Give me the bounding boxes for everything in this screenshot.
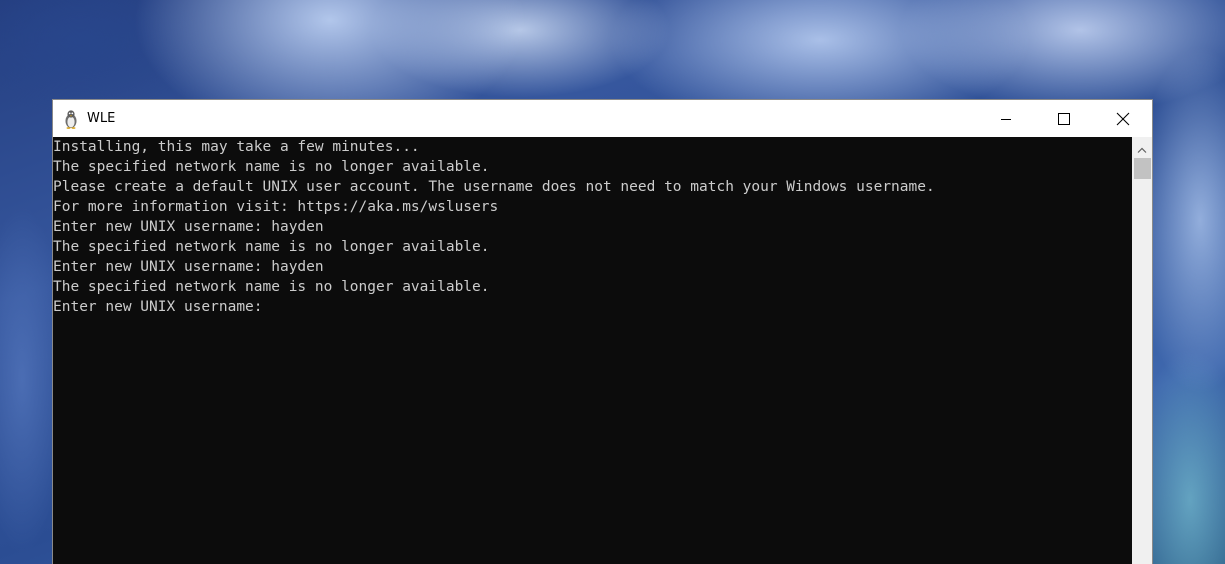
console-output[interactable]: Installing, this may take a few minutes.…: [53, 137, 1132, 564]
penguin-icon[interactable]: [63, 109, 79, 129]
console-line: Please create a default UNIX user accoun…: [53, 179, 935, 195]
maximize-button[interactable]: [1035, 100, 1093, 137]
console-lines: Installing, this may take a few minutes.…: [53, 137, 935, 317]
chevron-up-icon: [1137, 138, 1147, 157]
scroll-up-button[interactable]: [1132, 137, 1152, 157]
console-prompt-line[interactable]: Enter new UNIX username:: [53, 297, 935, 317]
maximize-icon: [1058, 112, 1070, 125]
window-title: WLE: [87, 111, 116, 126]
vertical-scrollbar[interactable]: [1132, 137, 1152, 564]
minimize-icon: [1000, 113, 1012, 125]
console-line: The specified network name is no longer …: [53, 279, 490, 295]
console-line: Enter new UNIX username: hayden: [53, 259, 324, 275]
console-line: The specified network name is no longer …: [53, 159, 490, 175]
scrollbar-thumb[interactable]: [1134, 158, 1151, 179]
console-line: Installing, this may take a few minutes.…: [53, 139, 420, 155]
minimize-button[interactable]: [977, 100, 1035, 137]
close-icon: [1116, 112, 1130, 126]
terminal-window: WLE Installing, this may take a few minu…: [52, 99, 1153, 564]
title-bar[interactable]: WLE: [53, 100, 1152, 137]
close-button[interactable]: [1094, 100, 1152, 137]
console-line: Enter new UNIX username: hayden: [53, 219, 324, 235]
console-line: For more information visit: https://aka.…: [53, 199, 499, 215]
console-line: The specified network name is no longer …: [53, 239, 490, 255]
